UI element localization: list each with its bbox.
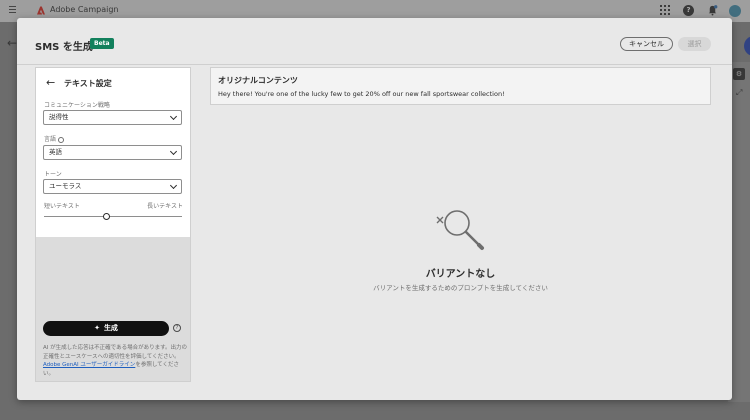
language-select[interactable]: 英語 — [43, 145, 182, 160]
select-button[interactable]: 選択 — [678, 37, 711, 51]
slider-max-label: 長いテキスト — [147, 203, 183, 210]
original-content-text: Hey there! You're one of the lucky few t… — [218, 90, 505, 98]
generate-button[interactable]: ✦ 生成 — [43, 321, 169, 336]
panel-title: テキスト設定 — [64, 79, 112, 88]
tone-value: ユーモラス — [49, 182, 82, 190]
chevron-down-icon — [169, 112, 178, 121]
empty-state-title: バリアントなし — [425, 269, 496, 280]
generate-label: 生成 — [103, 324, 118, 332]
original-content-card: オリジナルコンテンツ Hey there! You're one of the … — [210, 67, 711, 105]
language-label: 言語 — [44, 136, 57, 143]
cancel-button[interactable]: キャンセル — [620, 37, 673, 51]
disclaimer-text: AI が生成した応答は不正確である場合があります。出力の正確性とユースケースへの… — [43, 345, 188, 360]
beta-badge: Beta — [90, 38, 114, 49]
slider-min-label: 短いテキスト — [44, 203, 80, 210]
arrow-left-icon[interactable]: ← — [46, 76, 55, 89]
header-divider — [17, 64, 732, 65]
text-settings-panel: ← テキスト設定 コミュニケーション戦略 説得性 言語 英語 トーン ユーモラス… — [35, 67, 191, 382]
tone-label: トーン — [44, 171, 62, 178]
length-slider-handle[interactable] — [103, 213, 110, 220]
language-value: 英語 — [49, 148, 62, 156]
communication-strategy-label: コミュニケーション戦略 — [44, 102, 110, 109]
search-x-icon — [436, 210, 484, 250]
communication-strategy-select[interactable]: 説得性 — [43, 110, 182, 125]
generate-sms-dialog: SMS を生成 Beta キャンセル 選択 ← テキスト設定 コミュニケーション… — [17, 18, 732, 400]
magic-wand-icon: ✦ — [94, 324, 100, 332]
ai-disclaimer: AI が生成した応答は不正確である場合があります。出力の正確性とユースケースへの… — [43, 344, 188, 378]
communication-strategy-value: 説得性 — [49, 113, 69, 121]
chevron-down-icon — [169, 147, 178, 156]
dialog-title: SMS を生成 — [35, 42, 93, 53]
settings-card: ← テキスト設定 コミュニケーション戦略 説得性 言語 英語 トーン ユーモラス… — [36, 68, 190, 237]
tone-select[interactable]: ユーモラス — [43, 179, 182, 194]
guidelines-link[interactable]: Adobe GenAI ユーザーガイドライン — [43, 362, 135, 368]
chevron-down-icon — [169, 181, 178, 190]
empty-state-subtitle: バリアントを生成するためのプロンプトを生成してください — [373, 284, 548, 292]
language-label-row: 言語 — [44, 134, 65, 143]
help-icon[interactable]: ? — [173, 324, 181, 332]
info-icon[interactable] — [58, 136, 65, 143]
original-content-title: オリジナルコンテンツ — [218, 76, 298, 85]
length-slider-track[interactable] — [44, 216, 182, 217]
